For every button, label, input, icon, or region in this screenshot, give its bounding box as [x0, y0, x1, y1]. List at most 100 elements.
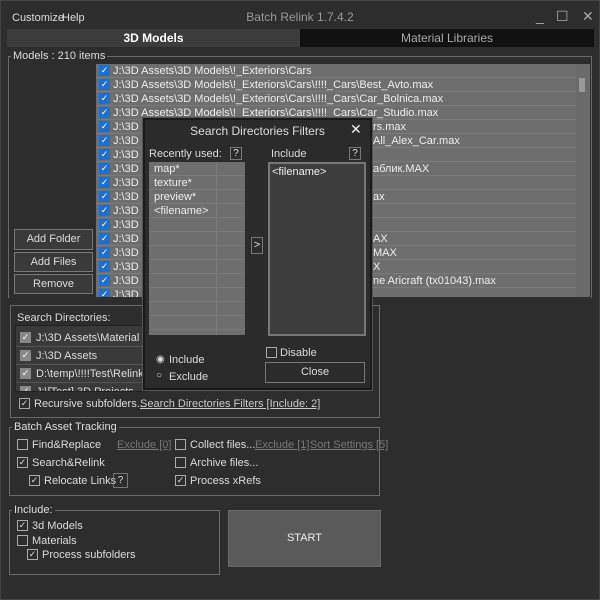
add-files-button[interactable]: Add Files — [14, 252, 93, 272]
recent-filter-item[interactable]: preview* — [149, 190, 245, 204]
recently-used-list[interactable]: map* texture* preview* <filename> — [149, 162, 245, 335]
tab-material-libraries[interactable]: Material Libraries — [300, 29, 594, 47]
model-checkbox[interactable]: ✓ — [99, 121, 110, 132]
model-checkbox[interactable]: ✓ — [99, 65, 110, 76]
relocate-help-button[interactable]: ? — [113, 473, 128, 488]
recent-filter-text: map* — [154, 163, 180, 175]
add-folder-button[interactable]: Add Folder — [14, 229, 93, 250]
include-radio[interactable]: ◉ — [156, 354, 165, 365]
close-window-button[interactable]: ✕ — [582, 8, 594, 25]
dialog-close-icon[interactable]: ✕ — [350, 121, 362, 138]
start-button[interactable]: START — [228, 510, 381, 567]
model-row[interactable]: ✓ J:\3D Assets\3D Models\!_Exteriors\Cars… — [96, 78, 576, 92]
exclude-radio[interactable]: ○ — [156, 370, 162, 381]
search-directory-item[interactable]: ✓ D:\temp\!!!!Test\Relink-Te — [16, 365, 149, 383]
disable-checkbox[interactable] — [266, 347, 277, 358]
model-path: J:\3D — [113, 275, 139, 287]
recent-filter-item[interactable] — [149, 260, 245, 274]
model-checkbox[interactable]: ✓ — [99, 107, 110, 118]
directory-path: J:\3D Assets — [36, 350, 98, 362]
minimize-button[interactable]: _ — [536, 8, 544, 24]
model-checkbox[interactable]: ✓ — [99, 135, 110, 146]
dialog-close-button[interactable]: Close — [265, 362, 365, 383]
search-directory-item[interactable]: ✓ J:\3D Assets\Material — [16, 329, 149, 347]
model-path-tail: ax — [373, 191, 385, 203]
batch-asset-tracking-label: Batch Asset Tracking — [12, 421, 119, 433]
materials-label: Materials — [32, 535, 77, 547]
recently-used-help-button[interactable]: ? — [230, 147, 242, 160]
model-row[interactable]: ✓ J:\3D Assets\3D Models\!_Exteriors\Cars… — [96, 92, 576, 106]
recent-filter-item[interactable]: map* — [149, 162, 245, 176]
search-directory-item[interactable]: ✓ J:\[Test] 3D Projects — [16, 383, 149, 391]
recently-used-label: Recently used: — [149, 148, 222, 160]
collect-files-checkbox[interactable] — [175, 439, 186, 450]
include-help-button[interactable]: ? — [349, 147, 361, 160]
model-checkbox[interactable]: ✓ — [99, 233, 110, 244]
model-path: J:\3D — [113, 163, 139, 175]
model-checkbox[interactable]: ✓ — [99, 191, 110, 202]
model-checkbox[interactable]: ✓ — [99, 247, 110, 258]
disable-label: Disable — [280, 347, 317, 359]
maximize-button[interactable]: ☐ — [556, 8, 569, 25]
process-subfolders-checkbox[interactable]: ✓ — [27, 549, 38, 560]
recent-filter-item[interactable] — [149, 316, 245, 330]
model-checkbox[interactable]: ✓ — [99, 149, 110, 160]
include-filter-item[interactable]: <filename> — [272, 166, 326, 178]
collect-files-label: Collect files... — [190, 439, 256, 451]
find-replace-checkbox[interactable] — [17, 439, 28, 450]
process-xrefs-checkbox[interactable]: ✓ — [175, 475, 186, 486]
model-checkbox[interactable]: ✓ — [99, 219, 110, 230]
model-checkbox[interactable]: ✓ — [99, 261, 110, 272]
model-path: J:\3D — [113, 261, 139, 273]
model-row[interactable]: ✓ J:\3D Assets\3D Models\!_Exteriors\Cars — [96, 64, 576, 78]
exclude-1-link[interactable]: Exclude [1] — [255, 439, 309, 451]
directory-path: J:\3D Assets\Material — [36, 332, 140, 344]
remove-button[interactable]: Remove — [14, 274, 93, 294]
model-path: J:\3D — [113, 205, 139, 217]
model-checkbox[interactable]: ✓ — [99, 163, 110, 174]
recent-filter-text: <filename> — [154, 205, 209, 217]
scrollbar[interactable] — [576, 64, 590, 297]
model-path-tail: аблик.MAX — [373, 163, 430, 175]
directory-checkbox[interactable]: ✓ — [20, 350, 31, 361]
include-list[interactable]: <filename> — [268, 162, 366, 336]
search-directories-list[interactable]: ✓ J:\3D Assets\Material ✓ J:\3D Assets ✓ D:\t… — [15, 325, 150, 392]
search-directory-item[interactable]: ✓ J:\3D Assets — [16, 347, 149, 365]
directory-checkbox[interactable]: ✓ — [20, 386, 31, 391]
model-checkbox[interactable]: ✓ — [99, 289, 110, 297]
recent-filter-item[interactable]: <filename> — [149, 204, 245, 218]
model-checkbox[interactable]: ✓ — [99, 93, 110, 104]
recursive-subfolders-checkbox[interactable]: Recursive subfolders... — [34, 398, 146, 410]
search-directories-filters-link[interactable]: Search Directories Filters [Include: 2] — [140, 398, 320, 410]
model-path-tail: All_Alex_Car.max — [373, 135, 460, 147]
search-directories-filters-dialog: Search Directories Filters ✕ Recently us… — [143, 118, 372, 390]
recent-filter-item[interactable] — [149, 274, 245, 288]
archive-files-checkbox[interactable] — [175, 457, 186, 468]
add-to-include-button[interactable]: > — [251, 237, 263, 254]
recent-filter-item[interactable] — [149, 302, 245, 316]
models-count-label: Models : 210 items — [11, 50, 108, 62]
process-xrefs-label: Process xRefs — [190, 475, 261, 487]
materials-checkbox[interactable] — [17, 535, 28, 546]
model-path-tail: rs.max — [373, 121, 406, 133]
search-relink-checkbox[interactable]: ✓ — [17, 457, 28, 468]
recent-filter-item[interactable] — [149, 246, 245, 260]
3d-models-checkbox[interactable]: ✓ — [17, 520, 28, 531]
recent-filter-item[interactable] — [149, 232, 245, 246]
relocate-links-checkbox[interactable]: ✓ — [29, 475, 40, 486]
directory-checkbox[interactable]: ✓ — [20, 368, 31, 379]
model-checkbox[interactable]: ✓ — [99, 177, 110, 188]
model-checkbox[interactable]: ✓ — [99, 205, 110, 216]
recent-filter-item[interactable] — [149, 288, 245, 302]
recent-filter-item[interactable] — [149, 218, 245, 232]
model-path: J:\3D — [113, 233, 139, 245]
directory-checkbox[interactable]: ✓ — [20, 332, 31, 343]
process-subfolders-label: Process subfolders — [42, 549, 136, 561]
sort-settings-link[interactable]: Sort Settings [5] — [310, 439, 388, 451]
model-checkbox[interactable]: ✓ — [99, 275, 110, 286]
recent-filter-item[interactable]: texture* — [149, 176, 245, 190]
model-checkbox[interactable]: ✓ — [99, 79, 110, 90]
exclude-0-link[interactable]: Exclude [0] — [117, 439, 171, 451]
tab-3d-models[interactable]: 3D Models — [7, 29, 300, 47]
scrollbar-thumb[interactable] — [579, 78, 585, 92]
